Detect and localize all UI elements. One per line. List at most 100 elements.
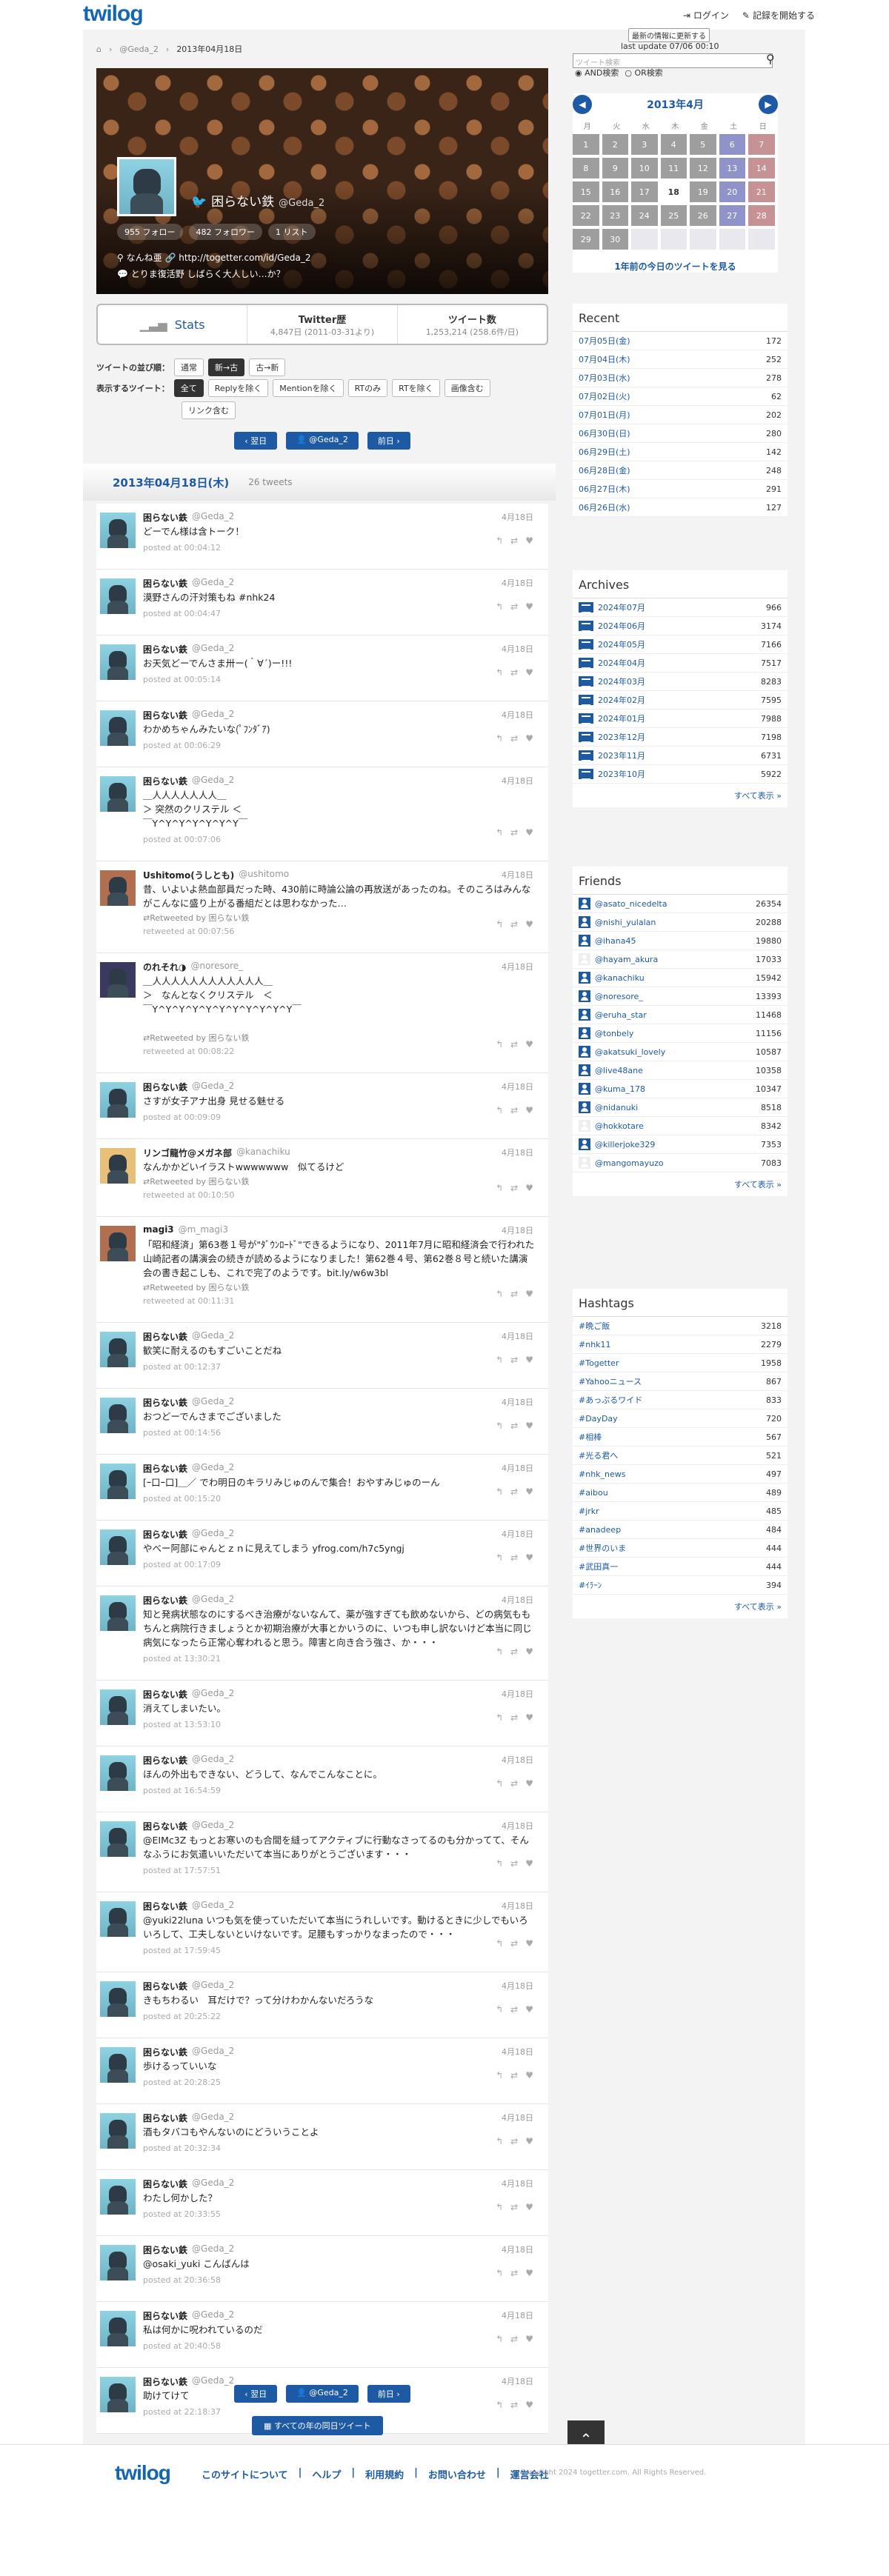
recent-label[interactable]: 07月03日(水) <box>579 372 630 384</box>
tweet-avatar[interactable] <box>100 578 136 614</box>
friend-label[interactable]: @akatsuki_lovely <box>579 1046 665 1058</box>
tweet-timestamp[interactable]: posted at 20:33:55 <box>143 2209 221 2219</box>
tweet-screen-name[interactable]: @noresore_ <box>190 961 243 973</box>
tweet-avatar[interactable] <box>100 2179 136 2215</box>
hashtag-row[interactable]: #nhk11 2279 <box>573 1335 788 1354</box>
hashtag-row[interactable]: #anadeep 484 <box>573 1521 788 1539</box>
retweet-icon[interactable]: ⇄ <box>510 667 518 678</box>
reply-icon[interactable]: ↰ <box>496 919 503 930</box>
hashtag-label[interactable]: #DayDay <box>579 1414 618 1424</box>
friend-label[interactable]: @kuma_178 <box>579 1083 645 1095</box>
sort-normal[interactable]: 通常 <box>174 358 204 376</box>
hashtag-label[interactable]: #晩ご飯 <box>579 1320 610 1332</box>
tweet-timestamp[interactable]: posted at 13:30:21 <box>143 1654 221 1664</box>
update-button[interactable]: 最新の情報に更新する <box>628 28 710 42</box>
archive-row[interactable]: 2024年06月 3174 <box>573 617 788 635</box>
and-search-radio[interactable]: ◉ AND検索 <box>575 67 619 79</box>
hashtag-row[interactable]: #世界のいま 444 <box>573 1539 788 1558</box>
tweet-avatar[interactable] <box>100 1529 136 1565</box>
tweet-date[interactable]: 4月18日 <box>502 1224 533 1236</box>
tweet-date[interactable]: 4月18日 <box>502 1688 533 1700</box>
tweet-date[interactable]: 4月18日 <box>502 869 533 881</box>
hashtag-label[interactable]: #あっぷるワイド <box>579 1394 642 1406</box>
calendar-day[interactable]: 20 <box>719 181 745 202</box>
hashtag-label[interactable]: #Togetter <box>579 1358 619 1368</box>
reply-icon[interactable]: ↰ <box>496 827 503 838</box>
tweet-screen-name[interactable]: @Geda_2 <box>192 1820 234 1832</box>
next-day-button[interactable]: ‹ 翌日 <box>234 432 278 450</box>
like-icon[interactable]: ♥ <box>525 1858 533 1869</box>
friend-label[interactable]: @kanachiku <box>579 972 645 984</box>
filter-links[interactable]: リンク含む <box>182 401 236 419</box>
tweet-screen-name[interactable]: @Geda_2 <box>192 2243 234 2256</box>
friend-label[interactable]: @killerjoke329 <box>579 1138 655 1150</box>
calendar-day[interactable]: 3 <box>631 134 658 155</box>
retweet-icon[interactable]: ⇄ <box>510 1778 518 1789</box>
calendar-day[interactable]: 4 <box>660 134 687 155</box>
filter-no-rt[interactable]: RTを除く <box>392 379 440 397</box>
archive-row[interactable]: 2024年02月 7595 <box>573 691 788 710</box>
tweet-date[interactable]: 4月18日 <box>502 1147 533 1158</box>
tweet-screen-name[interactable]: @Geda_2 <box>192 1980 234 1992</box>
reply-icon[interactable]: ↰ <box>496 1858 503 1869</box>
following-count[interactable]: 482 フォロワー <box>188 224 262 240</box>
friend-row[interactable]: @kuma_178 10347 <box>573 1080 788 1098</box>
tweet-timestamp[interactable]: posted at 00:17:09 <box>143 1560 221 1569</box>
footer-link[interactable]: ヘルプ <box>312 2467 341 2481</box>
tweet-screen-name[interactable]: @m_magi3 <box>179 1224 228 1235</box>
calendar-day[interactable]: 28 <box>748 205 775 226</box>
all-years-button[interactable]: ▦ すべての年の同日ツイート <box>252 2416 383 2435</box>
calendar-day[interactable]: 14 <box>748 158 775 178</box>
friend-label[interactable]: @live48ane <box>579 1064 643 1076</box>
reply-icon[interactable]: ↰ <box>496 1778 503 1789</box>
tweet-date[interactable]: 4月18日 <box>502 1754 533 1766</box>
tweet-date[interactable]: 4月18日 <box>502 775 533 787</box>
tweet-avatar[interactable] <box>100 1595 136 1631</box>
tweet-date[interactable]: 4月18日 <box>502 2112 533 2123</box>
like-icon[interactable]: ♥ <box>525 2334 533 2344</box>
tweet-author-name[interactable]: 困らない鉄 <box>143 1820 187 1832</box>
tweet-timestamp[interactable]: posted at 00:12:37 <box>143 1362 221 1372</box>
like-icon[interactable]: ♥ <box>525 1486 533 1497</box>
friend-row[interactable]: @ihana45 19880 <box>573 932 788 950</box>
calendar-day[interactable]: 15 <box>573 181 599 202</box>
search-icon[interactable]: ⚲ <box>766 52 775 66</box>
tweet-avatar[interactable] <box>100 513 136 548</box>
friend-row[interactable]: @eruha_star 11468 <box>573 1006 788 1024</box>
friend-row[interactable]: @tonbely 11156 <box>573 1024 788 1043</box>
tweet-avatar[interactable] <box>100 2047 136 2083</box>
retweet-icon[interactable]: ⇄ <box>510 1355 518 1365</box>
recent-label[interactable]: 06月27日(木) <box>579 483 630 495</box>
hashtag-label[interactable]: #jrkr <box>579 1506 599 1516</box>
tweet-screen-name[interactable]: @Geda_2 <box>192 1462 234 1475</box>
tweet-author-name[interactable]: 困らない鉄 <box>143 709 187 721</box>
tweet-author-name[interactable]: 困らない鉄 <box>143 1754 187 1766</box>
recent-label[interactable]: 06月26日(水) <box>579 501 630 513</box>
tweet-author-name[interactable]: 困らない鉄 <box>143 1330 187 1343</box>
tweet-author-name[interactable]: 困らない鉄 <box>143 1462 187 1475</box>
tweet-avatar[interactable] <box>100 1398 136 1433</box>
tweet-timestamp[interactable]: posted at 17:59:45 <box>143 1946 221 1955</box>
tweet-screen-name[interactable]: @Geda_2 <box>192 1528 234 1541</box>
tweet-author-name[interactable]: 困らない鉄 <box>143 1081 187 1093</box>
tweet-date[interactable]: 4月18日 <box>502 643 533 655</box>
tweet-avatar[interactable] <box>100 710 136 746</box>
tweet-date[interactable]: 4月18日 <box>502 1820 533 1832</box>
calendar-day[interactable]: 25 <box>660 205 687 226</box>
friend-label[interactable]: @hokkotare <box>579 1120 644 1132</box>
tweet-timestamp[interactable]: posted at 22:18:37 <box>143 2407 221 2417</box>
tweet-screen-name[interactable]: @Geda_2 <box>192 2178 234 2190</box>
reply-icon[interactable]: ↰ <box>496 1039 503 1050</box>
hashtag-row[interactable]: #nhk_news 497 <box>573 1465 788 1484</box>
retweet-icon[interactable]: ⇄ <box>510 2334 518 2344</box>
like-icon[interactable]: ♥ <box>525 827 533 838</box>
tweet-timestamp[interactable]: posted at 00:06:29 <box>143 741 221 750</box>
retweet-icon[interactable]: ⇄ <box>510 2004 518 2015</box>
like-icon[interactable]: ♥ <box>525 733 533 744</box>
reply-icon[interactable]: ↰ <box>496 1421 503 1431</box>
calendar-day[interactable]: 12 <box>690 158 716 178</box>
like-icon[interactable]: ♥ <box>525 1105 533 1115</box>
recent-row[interactable]: 06月30日(日) 280 <box>573 424 788 443</box>
friend-label[interactable]: @tonbely <box>579 1027 633 1039</box>
reply-icon[interactable]: ↰ <box>496 2136 503 2146</box>
